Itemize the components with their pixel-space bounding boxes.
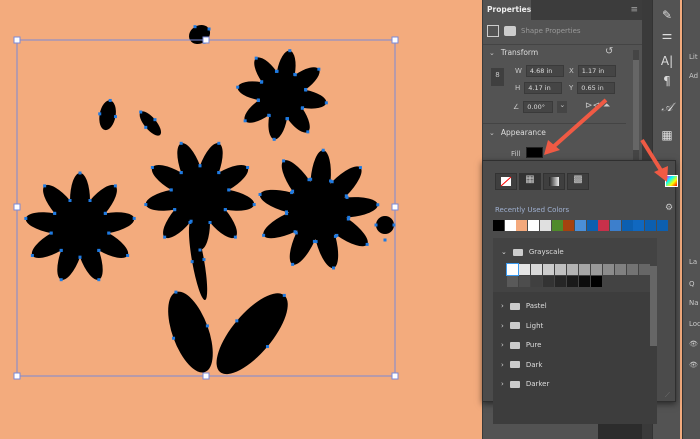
- arrow-to-fill: [550, 98, 608, 150]
- arrow-to-color-picker: [640, 138, 664, 174]
- annotation-arrows: [544, 98, 668, 182]
